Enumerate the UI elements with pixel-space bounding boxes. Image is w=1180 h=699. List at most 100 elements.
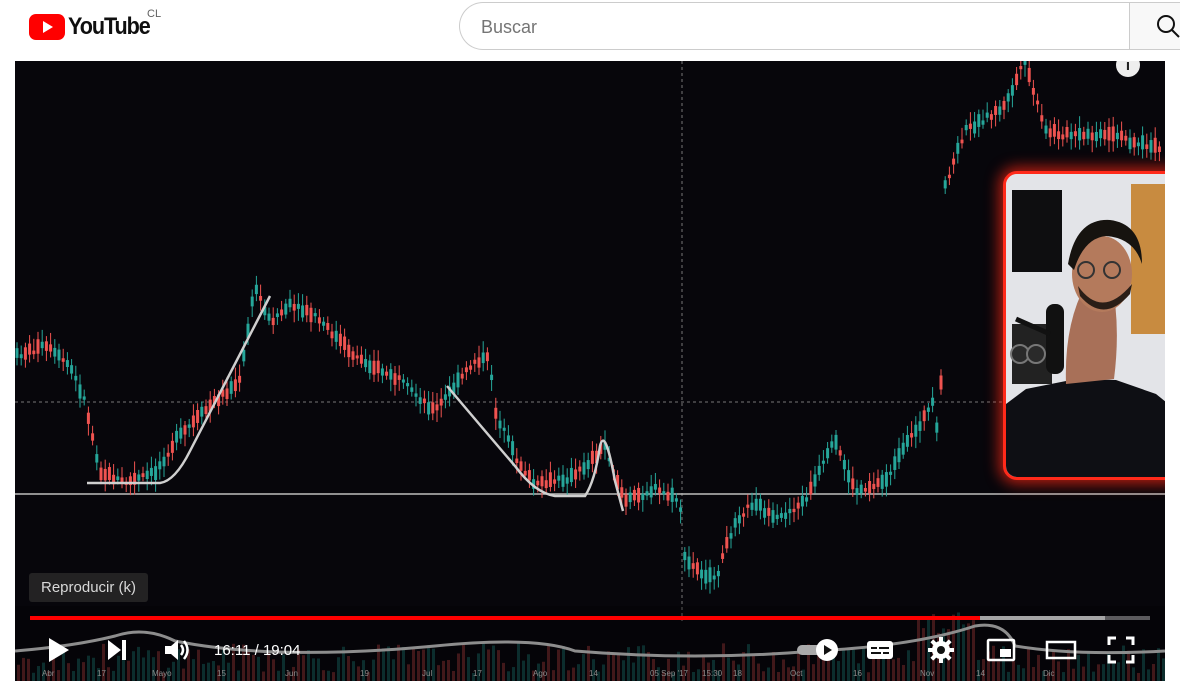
candle-body <box>830 441 834 448</box>
candle-body <box>679 507 683 512</box>
video-player[interactable]: Abr 17 Mayo 15 Jun 19 Jul 17 Ago 14 05 Sep '17 15:3… <box>15 61 1165 681</box>
candle-body <box>788 508 792 514</box>
region-code: CL <box>147 8 162 20</box>
candle-body <box>523 470 527 476</box>
candle-body <box>414 393 418 397</box>
candle-body <box>998 106 1002 115</box>
candle-body <box>842 459 846 470</box>
candle-body <box>733 518 737 528</box>
candle-body <box>435 404 439 411</box>
candle-body <box>284 303 288 315</box>
youtube-logo[interactable]: YouTube <box>29 12 159 42</box>
candle-body <box>897 448 901 463</box>
candle-body <box>1153 137 1157 153</box>
candle-body <box>1128 137 1132 150</box>
candle-body <box>162 456 166 467</box>
candle-body <box>674 498 678 502</box>
candle-body <box>939 375 943 390</box>
miniplayer-icon[interactable] <box>986 635 1016 665</box>
candle-body <box>28 343 32 355</box>
autoplay-toggle[interactable] <box>795 635 841 665</box>
candle-body <box>880 474 884 489</box>
candle-body <box>1031 87 1035 95</box>
masthead: YouTube CL Buscar <box>0 0 1180 56</box>
candle-body <box>792 508 796 513</box>
candle-body <box>154 466 158 481</box>
candle-body <box>519 461 523 471</box>
theater-icon[interactable] <box>1045 635 1077 665</box>
candle-body <box>61 358 65 362</box>
candle-body <box>742 513 746 517</box>
candle-body <box>590 450 594 464</box>
candle-body <box>557 475 561 481</box>
candle-body <box>464 367 468 373</box>
candle-body <box>44 341 48 351</box>
candle-body <box>65 360 69 367</box>
candle-body <box>338 333 342 347</box>
youtube-play-logo-icon <box>29 14 65 40</box>
candle-body <box>914 424 918 437</box>
candle-body <box>695 562 699 575</box>
search-input[interactable]: Buscar <box>459 2 1131 50</box>
candle-body <box>1082 131 1086 140</box>
candle-body <box>1002 100 1006 110</box>
volume-icon[interactable] <box>162 635 192 665</box>
candle-body <box>561 474 565 487</box>
candle-body <box>544 480 548 489</box>
candle-body <box>737 515 741 524</box>
candle-body <box>36 339 40 354</box>
candle-body <box>477 357 481 368</box>
candle-body <box>666 491 670 501</box>
candle-body <box>410 387 414 392</box>
candle-body <box>385 371 389 376</box>
candle-body <box>229 381 233 394</box>
play-icon[interactable] <box>45 635 71 665</box>
candle-body <box>70 365 74 374</box>
candle-body <box>439 398 443 406</box>
progress-bar[interactable] <box>30 616 1150 620</box>
candle-body <box>427 402 431 415</box>
candle-body <box>456 372 460 388</box>
candle-body <box>99 467 103 481</box>
candle-body <box>23 347 27 360</box>
candle-body <box>250 296 254 307</box>
candle-body <box>1036 100 1040 105</box>
candle-body <box>40 341 44 349</box>
candle-body <box>91 433 95 441</box>
candle-body <box>53 347 57 357</box>
candle-body <box>931 397 935 406</box>
candle-body <box>233 379 237 392</box>
subtitles-icon[interactable] <box>865 635 895 665</box>
fullscreen-icon[interactable] <box>1106 635 1136 665</box>
candle-body <box>1115 132 1119 140</box>
next-icon[interactable] <box>105 635 129 665</box>
candle-body <box>574 469 578 480</box>
candle-body <box>1099 129 1103 139</box>
candle-body <box>994 106 998 115</box>
candle-body <box>397 375 401 380</box>
candle-body <box>351 351 355 360</box>
candle-body <box>1027 67 1031 83</box>
candle-body <box>813 474 817 487</box>
candle-body <box>889 471 893 475</box>
candle-body <box>1141 135 1145 150</box>
candle-body <box>645 491 649 496</box>
candle-body <box>872 483 876 490</box>
candle-body <box>225 388 229 399</box>
candle-body <box>628 492 632 503</box>
candle-body <box>1086 128 1090 139</box>
play-tooltip: Reproducir (k) <box>29 573 149 602</box>
settings-icon[interactable] <box>926 635 956 665</box>
candle-body <box>1061 134 1065 140</box>
candle-body <box>863 488 867 492</box>
candle-body <box>868 481 872 494</box>
candle-body <box>884 472 888 487</box>
candle-body <box>700 569 704 579</box>
candle-body <box>238 375 242 383</box>
candle-body <box>809 481 813 495</box>
search-button[interactable] <box>1129 2 1180 50</box>
search-icon <box>1157 15 1180 38</box>
candle-body <box>569 467 573 483</box>
candle-body <box>259 295 263 301</box>
candle-body <box>145 470 149 480</box>
